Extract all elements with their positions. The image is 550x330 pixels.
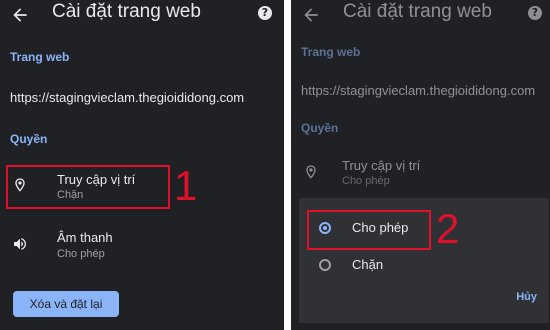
site-section-label: Trang web (301, 45, 361, 59)
permission-title: Truy cập vị trí (342, 158, 421, 173)
clear-and-reset-button[interactable]: Xóa và đặt lại (13, 291, 119, 317)
app-bar: Cài đặt trang web ? (0, 0, 284, 30)
page-title: Cài đặt trang web (52, 1, 201, 22)
permission-status: Cho phép (57, 248, 105, 260)
cancel-button[interactable]: Hủy (516, 291, 537, 303)
permissions-section-label: Quyền (301, 121, 339, 135)
app-bar: Cài đặt trang web ? (291, 0, 550, 30)
speaker-icon (14, 238, 26, 250)
permission-status: Cho phép (342, 175, 390, 187)
option-label: Chặn (352, 257, 384, 272)
site-url: https://stagingvieclam.thegioididong.com (301, 83, 536, 98)
page-title: Cài đặt trang web (343, 1, 492, 22)
right-screenshot: Cài đặt trang web ? Trang web https://st… (291, 0, 550, 330)
site-url: https://stagingvieclam.thegioididong.com (10, 90, 245, 105)
help-icon[interactable]: ? (258, 6, 272, 20)
annotation-highlight-box (6, 165, 170, 209)
left-screenshot: Cài đặt trang web ? Trang web https://st… (0, 0, 284, 330)
location-pin-icon (306, 165, 316, 179)
back-arrow-icon[interactable] (301, 5, 321, 25)
annotation-highlight-box (307, 210, 431, 250)
help-icon[interactable]: ? (528, 6, 542, 20)
radio-unselected-icon[interactable] (319, 259, 331, 271)
back-arrow-icon[interactable] (10, 5, 30, 25)
permissions-section-label: Quyền (10, 132, 48, 146)
annotation-number: 2 (436, 205, 460, 252)
permission-title: Âm thanh (57, 230, 113, 245)
annotation-number: 1 (174, 162, 198, 209)
site-section-label: Trang web (10, 50, 70, 64)
